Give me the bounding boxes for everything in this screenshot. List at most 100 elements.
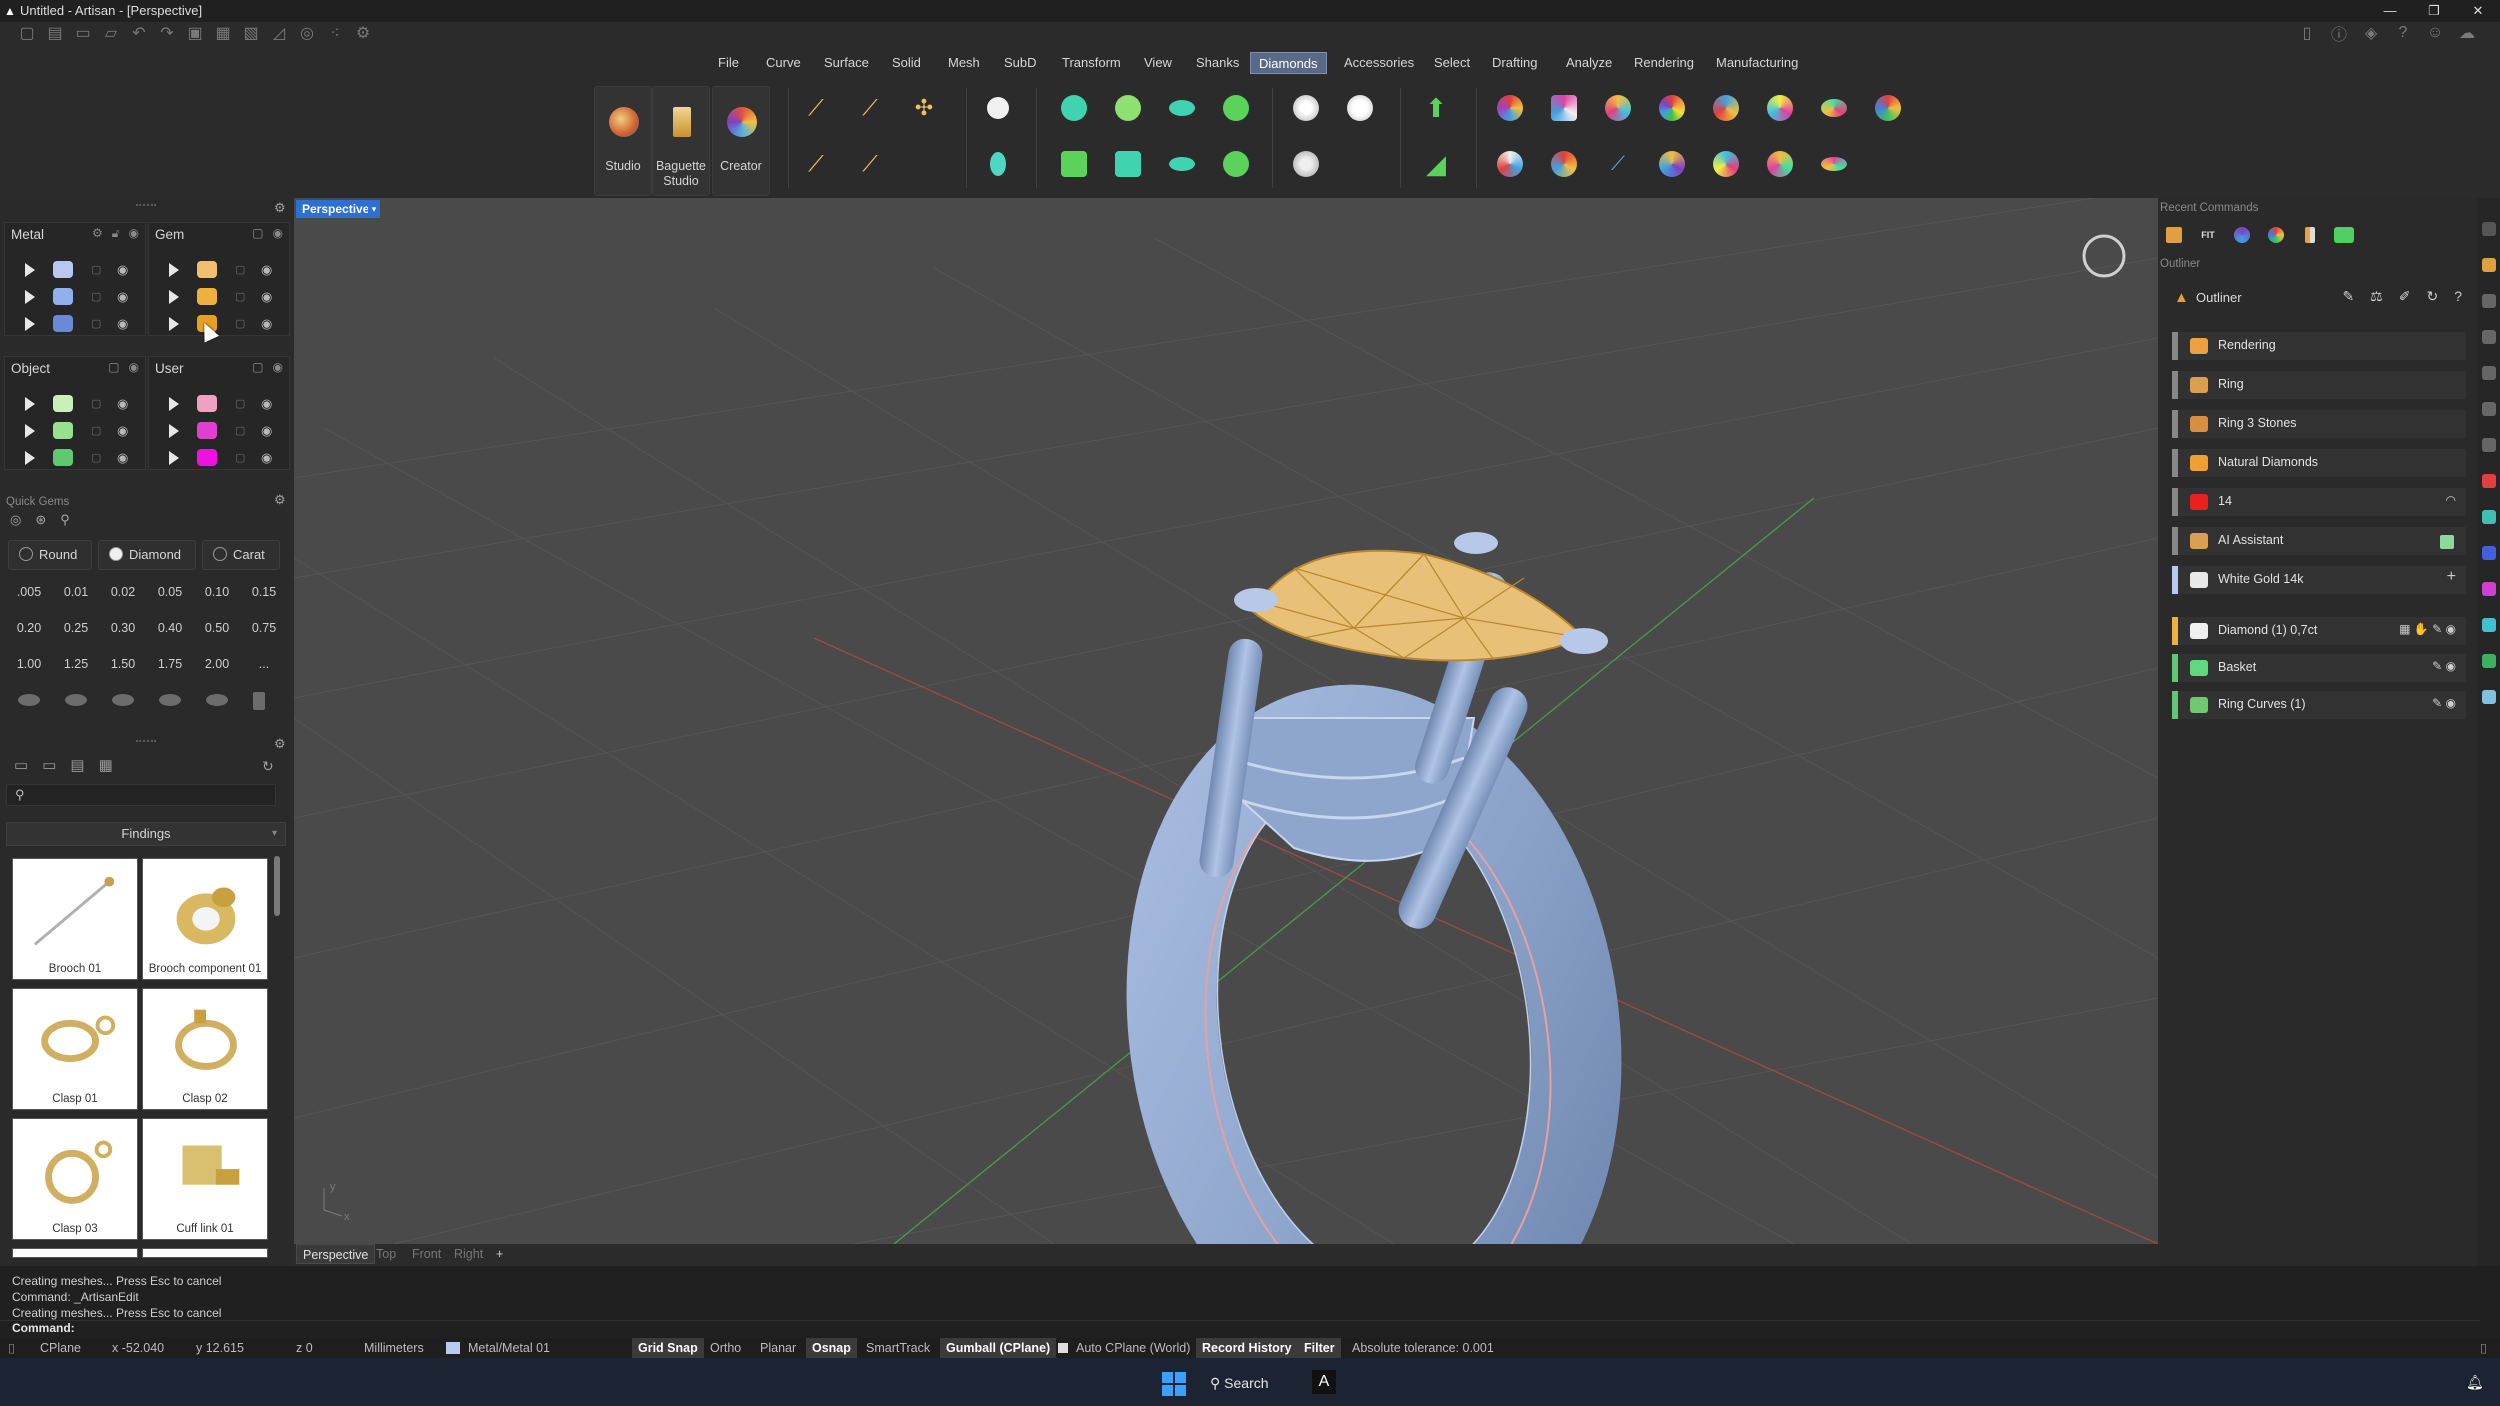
gem-shape-pear-icon[interactable] — [159, 694, 181, 706]
outliner-row[interactable]: Ring Curves (1) ✎ ◉ — [2172, 691, 2466, 719]
outliner-row[interactable]: AI Assistant — [2172, 527, 2466, 555]
eye-icon[interactable]: ◉ — [273, 226, 283, 240]
menu-file[interactable]: File — [718, 52, 739, 74]
size-button[interactable]: 0.20 — [8, 614, 50, 642]
quick-gems-settings-icon[interactable]: ⚙ — [274, 492, 286, 508]
color-tool-6[interactable] — [1760, 88, 1800, 128]
eye-icon[interactable]: ◉ — [273, 360, 283, 374]
play-icon[interactable] — [169, 397, 179, 411]
menu-manufacturing[interactable]: Manufacturing — [1716, 52, 1798, 74]
color-tool-3[interactable] — [1598, 88, 1638, 128]
menu-subd[interactable]: SubD — [1004, 52, 1037, 74]
lock-icon[interactable]: ▢ — [235, 451, 245, 464]
size-button[interactable]: .005 — [8, 578, 50, 606]
minimize-button[interactable]: — — [2368, 0, 2412, 22]
prong-tool[interactable]: ⬆ — [1416, 88, 1456, 128]
points-icon[interactable]: ⁖ — [322, 22, 348, 44]
menu-drafting[interactable]: Drafting — [1492, 52, 1538, 74]
panel-icon[interactable] — [2482, 690, 2496, 704]
users-icon[interactable]: ☺ — [2422, 22, 2448, 44]
layer-color-swatch[interactable] — [53, 261, 73, 278]
outliner-row[interactable]: Basket ✎ ◉ — [2172, 654, 2466, 682]
save-all-icon[interactable]: ▧ — [238, 22, 264, 44]
library-item[interactable]: Clasp 03 — [12, 1118, 138, 1240]
library-item[interactable]: Brooch component 01 — [142, 858, 268, 980]
layers-icon[interactable] — [2482, 294, 2496, 308]
play-icon[interactable] — [25, 397, 35, 411]
lock-icon[interactable]: ▢ — [252, 360, 263, 374]
place-on-surface-tool[interactable]: ◢ — [1416, 144, 1456, 184]
lock-icon[interactable]: ▢ — [235, 263, 245, 276]
metal-layer-row[interactable]: ▢ ◉ — [5, 259, 145, 281]
eye-icon[interactable]: ◉ — [261, 262, 272, 278]
play-icon[interactable] — [169, 263, 179, 277]
eye-icon[interactable]: ◉ — [117, 316, 128, 332]
size-button[interactable]: 0.10 — [196, 578, 238, 606]
gem-shape-emerald-icon[interactable] — [253, 692, 265, 710]
menu-solid[interactable]: Solid — [892, 52, 921, 74]
eye-icon[interactable]: ◉ — [117, 396, 128, 412]
eye-icon[interactable]: ◉ — [261, 289, 272, 305]
oval-gem-tool[interactable] — [978, 144, 1018, 184]
material-icon[interactable] — [2482, 510, 2496, 524]
size-button[interactable]: 0.30 — [102, 614, 144, 642]
category-dropdown[interactable]: Findings ▾ — [6, 822, 286, 846]
library-search-input[interactable]: ⚲ — [6, 784, 276, 806]
gem-layer-row[interactable]: ▢ ◉ — [149, 286, 289, 308]
current-layer-button[interactable]: Metal/Metal 01 — [468, 1338, 550, 1358]
menu-analyze[interactable]: Analyze — [1566, 52, 1612, 74]
lock-icon[interactable]: ▢ — [91, 451, 101, 464]
library-item[interactable]: Brooch 01 — [12, 858, 138, 980]
color-tool-7[interactable] — [1814, 88, 1854, 128]
shape-dropdown[interactable]: Round — [8, 540, 92, 570]
outliner-row[interactable]: Diamond (1) 0,7ct ▦ ✋ ✎ ◉ — [2172, 617, 2466, 645]
color-tool-5[interactable] — [1706, 88, 1746, 128]
eye-icon[interactable]: ◉ — [2446, 659, 2456, 673]
add-folder-icon[interactable]: ▭ — [42, 756, 56, 774]
user-layer-row[interactable]: ▢ ◉ — [149, 393, 289, 415]
refresh-library-icon[interactable]: ↻ — [262, 758, 274, 775]
eye-icon[interactable]: ◉ — [261, 423, 272, 439]
tool-icon[interactable] — [2482, 474, 2496, 488]
tab-top[interactable]: Top — [376, 1244, 396, 1264]
layer-color-swatch[interactable] — [53, 422, 73, 439]
layer-color-swatch[interactable] — [197, 261, 217, 278]
outliner-row[interactable]: White Gold 14k + — [2172, 566, 2466, 594]
lock-icon[interactable]: ▢ — [252, 226, 263, 240]
refresh-icon[interactable]: ↻ — [2426, 288, 2438, 305]
lock-icon[interactable]: ▢ — [235, 397, 245, 410]
lock-icon[interactable]: ▢ — [91, 290, 101, 303]
units-button[interactable]: Millimeters — [364, 1338, 424, 1358]
gear-tool-icon[interactable]: ⚙ — [350, 22, 376, 44]
display-icon[interactable] — [2482, 330, 2496, 344]
gem-shape-cushion-icon[interactable] — [112, 694, 134, 706]
size-button[interactable]: 1.25 — [55, 650, 97, 678]
windows-start-icon[interactable] — [1162, 1372, 1186, 1396]
tab-perspective[interactable]: Perspective — [296, 1244, 376, 1264]
color-tool-11[interactable]: ⟋ — [1598, 144, 1638, 184]
size-button[interactable]: 0.75 — [243, 614, 285, 642]
draw-curve-icon[interactable]: ◿ — [266, 22, 292, 44]
material-dropdown[interactable]: Diamond — [98, 540, 196, 570]
outliner-row[interactable]: 14 ◠ — [2172, 488, 2466, 516]
object-layer-row[interactable]: ▢ ◉ — [5, 420, 145, 442]
gem-path-tool[interactable]: ⟋ — [796, 144, 836, 184]
basket-tool[interactable] — [1054, 144, 1094, 184]
color-tool-14[interactable] — [1760, 144, 1800, 184]
play-icon[interactable] — [25, 263, 35, 277]
recent-command-button[interactable] — [2262, 224, 2290, 246]
library-scrollbar[interactable] — [274, 856, 280, 916]
library-icon[interactable] — [2482, 438, 2496, 452]
metal-layer-row[interactable]: ▢ ◉ — [5, 313, 145, 335]
viewport-title-tab[interactable]: Perspective — [296, 200, 376, 218]
lock-icon[interactable]: ▢ — [91, 317, 101, 330]
menu-mesh[interactable]: Mesh — [948, 52, 980, 74]
lock-icon[interactable]: ▢ — [235, 317, 245, 330]
lock-icon[interactable]: ▢ — [235, 424, 245, 437]
channel-tool[interactable] — [1108, 144, 1148, 184]
menu-view[interactable]: View — [1144, 52, 1172, 74]
info-icon[interactable]: ⓘ — [2326, 22, 2352, 44]
lock-icon[interactable]: ▢ — [91, 424, 101, 437]
menu-diamonds[interactable]: Diamonds — [1250, 52, 1327, 74]
library-item[interactable] — [142, 1248, 268, 1258]
